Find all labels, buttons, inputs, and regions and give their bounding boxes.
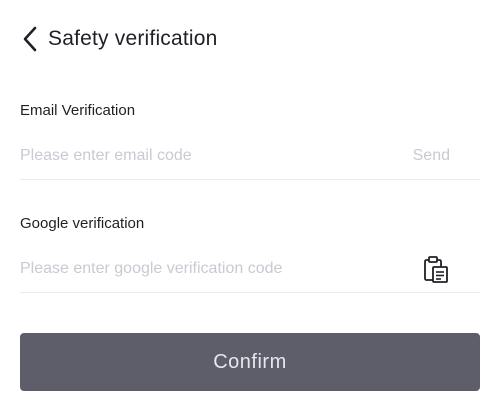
email-verification-row: Send xyxy=(20,132,480,180)
google-verification-row xyxy=(20,245,480,293)
chevron-left-icon xyxy=(23,26,37,52)
email-verification-label: Email Verification xyxy=(20,102,136,119)
send-code-button[interactable]: Send xyxy=(413,146,450,166)
header: Safety verification xyxy=(0,0,500,78)
confirm-button[interactable]: Confirm xyxy=(20,333,480,391)
google-code-input[interactable] xyxy=(20,257,390,281)
page-title: Safety verification xyxy=(48,27,218,50)
email-code-input[interactable] xyxy=(20,144,390,168)
back-button[interactable] xyxy=(18,24,44,54)
clipboard-paste-icon xyxy=(424,256,448,283)
google-verification-label: Google verification xyxy=(20,215,145,232)
safety-verification-page: Safety verification Email Verification S… xyxy=(0,0,500,407)
paste-button[interactable] xyxy=(420,253,452,285)
